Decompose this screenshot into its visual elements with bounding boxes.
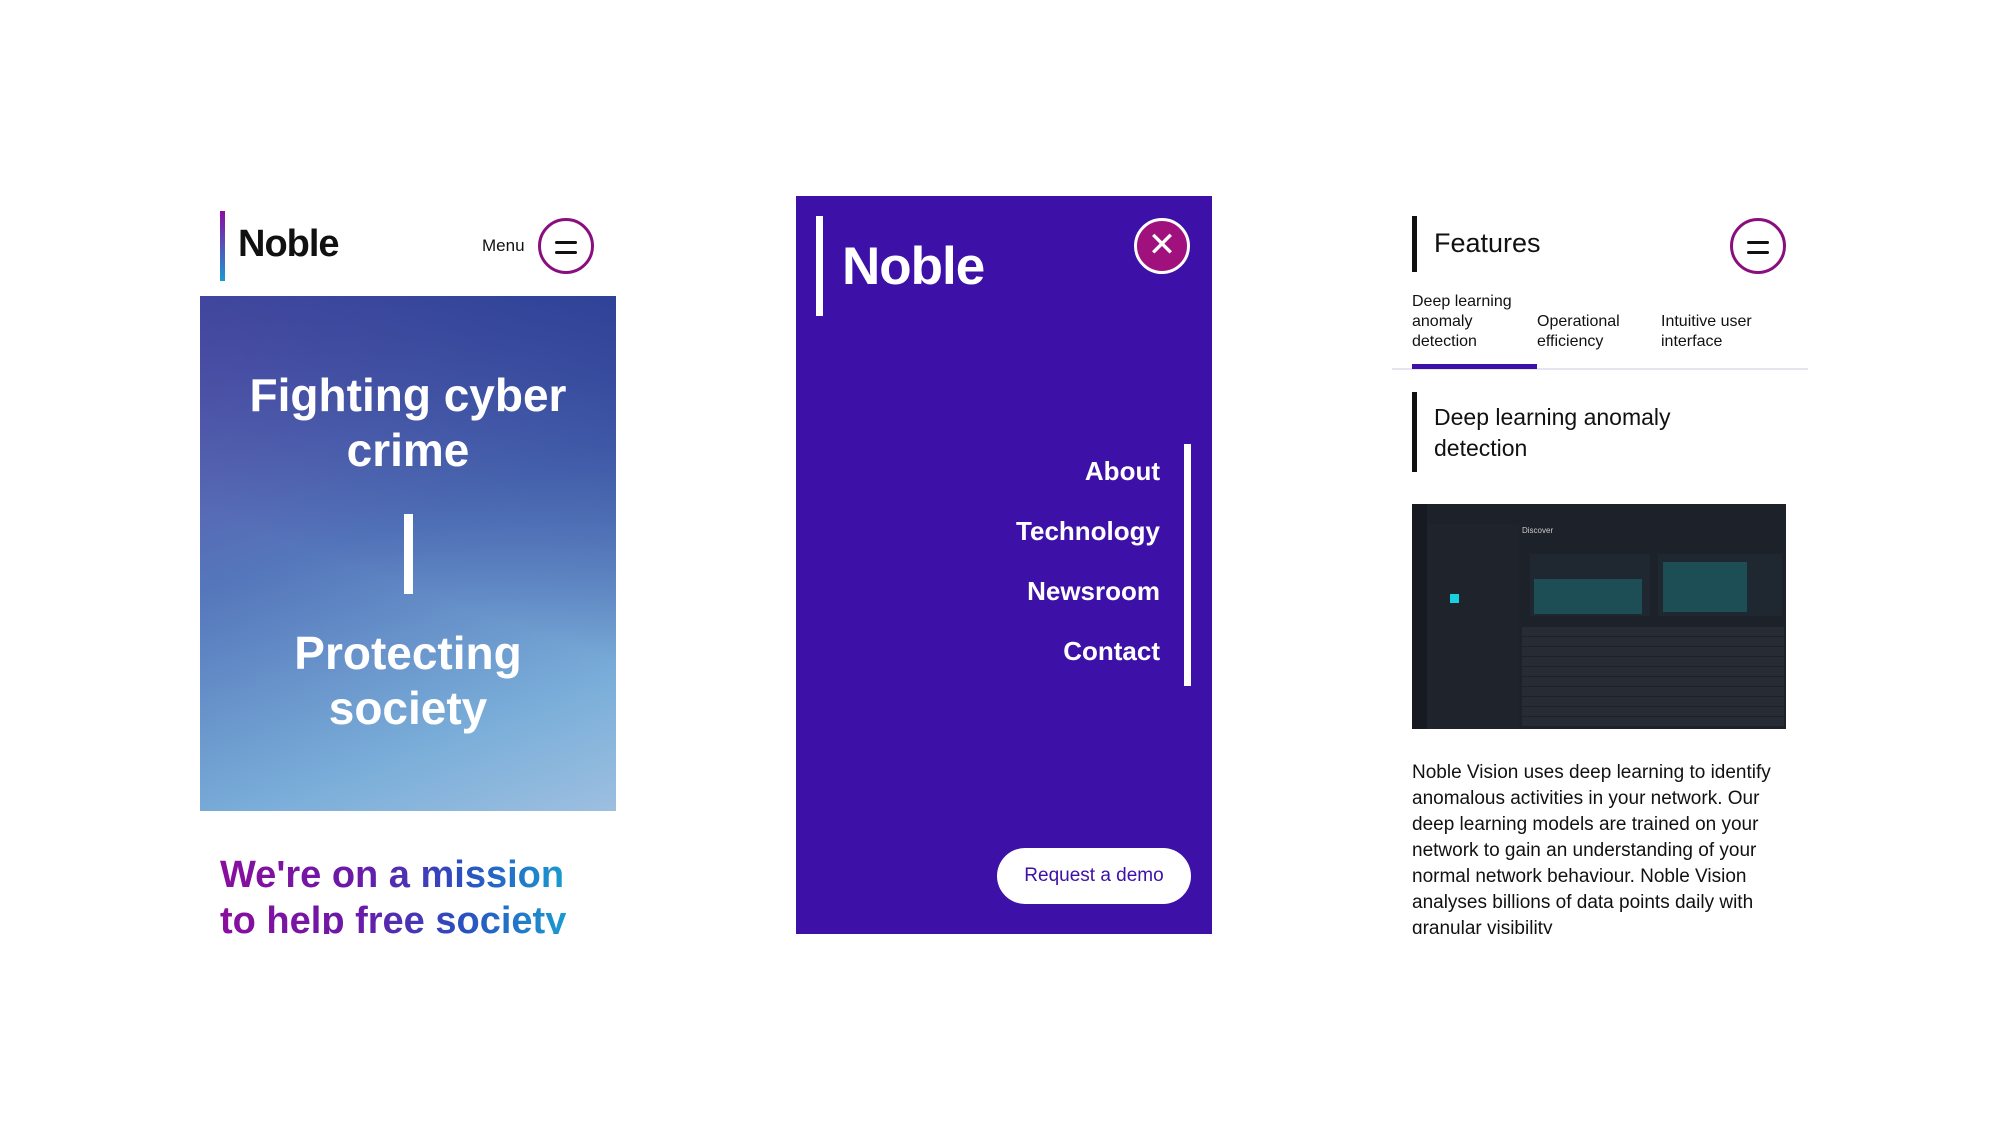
active-tab-indicator [1412,364,1537,369]
request-demo-button[interactable]: Request a demo [997,848,1191,904]
menu-button[interactable] [1730,218,1786,274]
hamburger-icon-line [555,251,577,254]
features-screen: Features Deep learning anomaly detection… [1392,196,1808,934]
menu-label[interactable]: Menu [482,236,525,256]
logo[interactable]: Noble [842,236,985,297]
hamburger-icon [1747,241,1769,244]
main-nav: About Technology Newsroom Contact [796,456,1160,696]
logo-bar [220,211,225,281]
nav-bar [1184,444,1191,686]
tab-operational-efficiency[interactable]: Operational efficiency [1537,312,1637,352]
screenshot-title: Discover [1522,526,1554,535]
nav-item-contact[interactable]: Contact [796,636,1160,696]
hero-divider [404,514,413,594]
close-icon: ✕ [1147,226,1177,264]
hero-line: society [328,682,488,734]
nav-item-about[interactable]: About [796,456,1160,516]
title-bar [1412,216,1417,272]
page-title: Features [1434,228,1541,258]
section-heading: Deep learning anomaly detection [1434,404,1671,461]
tab-deep-learning[interactable]: Deep learning anomaly detection [1412,292,1522,352]
mission-line: to help free society [220,900,567,934]
nav-item-newsroom[interactable]: Newsroom [796,576,1160,636]
home-screen: Noble Menu Fighting cyber crime Protecti… [200,196,616,934]
hamburger-icon-line [1747,251,1769,254]
hero-line: crime [346,424,470,476]
menu-button[interactable] [538,218,594,274]
tab-intuitive-ui[interactable]: Intuitive user interface [1661,312,1781,352]
logo[interactable]: Noble [238,223,340,266]
hero-line: Protecting [294,627,522,679]
close-button[interactable]: ✕ [1134,218,1190,274]
mission-heading: We're on a mission to help free society [220,852,566,934]
logo-bar [816,216,823,316]
mission-line: We're on a mission [220,854,565,896]
menu-screen: Noble ✕ About Technology Newsroom Contac… [796,196,1212,934]
feature-description: Noble Vision uses deep learning to ident… [1412,762,1771,934]
hero-line: Fighting cyber [249,369,567,421]
nav-item-technology[interactable]: Technology [796,516,1160,576]
heading-bar [1412,392,1417,472]
hamburger-icon [555,241,577,244]
hero-banner: Fighting cyber crime Protecting society [200,296,616,811]
product-screenshot: Discover [1412,504,1786,729]
